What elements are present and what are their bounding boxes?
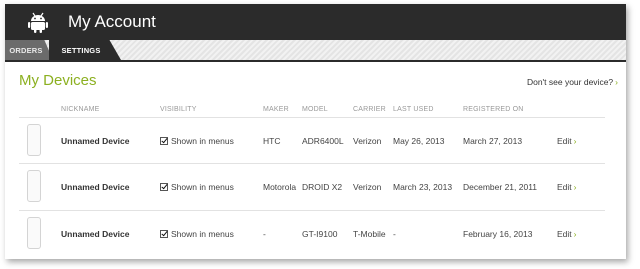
dont-see-device-label: Don't see your device? — [526, 77, 614, 87]
device-carrier: Verizon — [353, 182, 382, 192]
column-header-carrier: CARRIER — [353, 106, 386, 113]
visibility-toggle[interactable]: Shown in menus — [160, 118, 234, 164]
device-model: GT-I9100 — [302, 229, 338, 239]
device-row: Unnamed Device Shown in menus Motorola D… — [19, 163, 605, 210]
device-maker: - — [263, 229, 266, 239]
device-maker: Motorola — [263, 182, 297, 192]
visibility-toggle[interactable]: Shown in menus — [160, 211, 234, 257]
device-nickname: Unnamed Device — [61, 136, 130, 146]
column-header-model: MODEL — [302, 106, 328, 113]
edit-label: Edit — [557, 136, 572, 146]
edit-label: Edit — [557, 229, 572, 239]
device-last-used: May 26, 2013 — [393, 136, 445, 146]
device-row: Unnamed Device Shown in menus HTC ADR640… — [19, 117, 605, 164]
chevron-right-icon: › — [615, 77, 618, 87]
visibility-label: Shown in menus — [171, 182, 234, 192]
edit-label: Edit — [557, 182, 572, 192]
device-registered-on: December 21, 2011 — [463, 182, 538, 192]
visibility-toggle[interactable]: Shown in menus — [160, 164, 234, 210]
page-title: My Account — [68, 12, 156, 31]
visibility-checkbox[interactable] — [160, 183, 168, 191]
device-row: Unnamed Device Shown in menus - GT-I9100… — [19, 210, 605, 257]
phone-icon — [27, 170, 41, 202]
chevron-right-icon: › — [573, 182, 577, 192]
device-model: DROID X2 — [302, 182, 343, 192]
column-header-maker: MAKER — [263, 106, 289, 113]
chevron-right-icon: › — [573, 229, 577, 239]
column-header-visibility: VISIBILITY — [160, 106, 197, 113]
tab-bar: ORDERS SETTINGS — [5, 40, 626, 62]
chevron-right-icon: › — [573, 136, 577, 146]
edit-device-link[interactable]: Edit › — [557, 164, 577, 210]
visibility-label: Shown in menus — [171, 136, 234, 146]
device-last-used: - — [393, 229, 396, 239]
tab-settings[interactable]: SETTINGS — [49, 40, 121, 60]
device-model: ADR6400L — [302, 136, 344, 146]
column-header-nickname: NICKNAME — [61, 106, 100, 113]
visibility-checkbox[interactable] — [160, 230, 168, 238]
android-robot-icon — [25, 11, 51, 33]
device-nickname: Unnamed Device — [61, 229, 130, 239]
device-carrier: T-Mobile — [353, 229, 386, 239]
device-nickname: Unnamed Device — [61, 182, 130, 192]
tab-orders[interactable]: ORDERS — [5, 40, 53, 60]
device-maker: HTC — [263, 136, 281, 146]
section-title: My Devices — [19, 72, 97, 89]
visibility-checkbox[interactable] — [160, 137, 168, 145]
device-carrier: Verizon — [353, 136, 382, 146]
column-header-registered-on: REGISTERED ON — [463, 106, 524, 113]
edit-device-link[interactable]: Edit › — [557, 211, 577, 257]
dont-see-device-link[interactable]: Don't see your device? › — [527, 77, 618, 87]
device-registered-on: February 16, 2013 — [463, 229, 533, 239]
app-header: My Account — [5, 4, 626, 40]
phone-icon — [27, 124, 41, 156]
visibility-label: Shown in menus — [171, 229, 234, 239]
phone-icon — [27, 217, 41, 249]
device-last-used: March 23, 2013 — [393, 182, 453, 192]
account-window: My Account ORDERS SETTINGS My Devices Do… — [5, 4, 626, 259]
device-registered-on: March 27, 2013 — [463, 136, 523, 146]
edit-device-link[interactable]: Edit › — [557, 118, 577, 164]
column-header-last-used: LAST USED — [393, 106, 434, 113]
